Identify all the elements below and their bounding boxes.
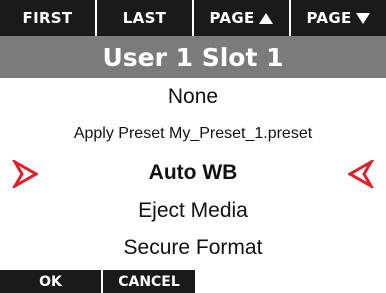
cancel-button[interactable]: CANCEL	[103, 270, 195, 293]
page-down-button[interactable]: PAGE	[289, 0, 386, 36]
ok-button-label: OK	[39, 273, 62, 290]
option-none[interactable]: None	[40, 85, 346, 109]
first-button[interactable]: FIRST	[0, 0, 95, 36]
page-title: User 1 Slot 1	[0, 36, 386, 78]
cancel-button-label: CANCEL	[118, 273, 180, 290]
selection-left-arrow-icon	[348, 160, 374, 188]
ok-button[interactable]: OK	[0, 270, 101, 293]
option-eject-media[interactable]: Eject Media	[40, 199, 346, 223]
menu-screen: FIRST LAST PAGE PAGE User 1 Slot 1 None …	[0, 0, 386, 293]
triangle-up-icon	[259, 12, 274, 24]
top-navigation-bar: FIRST LAST PAGE PAGE	[0, 0, 386, 36]
page-down-button-label: PAGE	[306, 9, 352, 27]
page-up-button-label: PAGE	[209, 9, 255, 27]
selection-right-arrow-icon	[12, 160, 38, 188]
last-button-label: LAST	[122, 9, 167, 27]
triangle-down-icon	[356, 12, 371, 24]
option-auto-wb[interactable]: Auto WB	[40, 161, 346, 185]
bottom-action-bar: OK CANCEL	[0, 270, 386, 293]
option-secure-format[interactable]: Secure Format	[40, 236, 346, 260]
last-button[interactable]: LAST	[95, 0, 192, 36]
option-apply-preset[interactable]: Apply Preset My_Preset_1.preset	[40, 125, 346, 143]
page-up-button[interactable]: PAGE	[192, 0, 289, 36]
first-button-label: FIRST	[22, 9, 73, 27]
